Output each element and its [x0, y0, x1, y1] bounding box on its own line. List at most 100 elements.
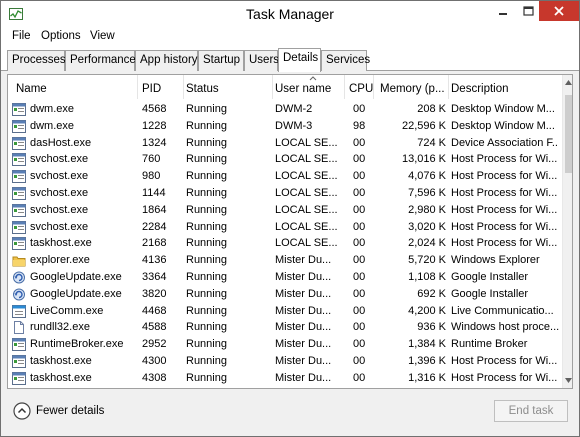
fewer-details-icon[interactable]	[13, 402, 31, 420]
tab-performance[interactable]: Performance	[65, 50, 136, 71]
vertical-scrollbar[interactable]	[562, 75, 573, 388]
column-pid[interactable]: PID	[138, 75, 184, 99]
process-row[interactable]: rundll32.exe 4588 Running Mister Du... 00 936…	[8, 319, 562, 336]
column-memory[interactable]: Memory (p...	[374, 75, 449, 99]
process-row[interactable]: svchost.exe 1864 Running LOCAL SE... 00 2,980…	[8, 202, 562, 219]
process-row[interactable]: taskhost.exe 2168 Running LOCAL SE... 00 2,02…	[8, 235, 562, 252]
cell-user: LOCAL SE...	[275, 170, 338, 183]
cell-status: Running	[186, 220, 227, 233]
menu-options[interactable]: Options	[41, 30, 81, 42]
process-row[interactable]: taskhost.exe 4308 Running Mister Du... 00 1,3…	[8, 370, 562, 387]
cell-status: Running	[186, 338, 227, 351]
cell-pid: 1228	[142, 119, 167, 132]
menu-view[interactable]: View	[90, 30, 115, 42]
minimize-button[interactable]	[490, 1, 516, 21]
cell-cpu: 00	[353, 321, 366, 334]
scroll-up-icon[interactable]	[564, 79, 573, 87]
cell-memory: 2,024 K	[408, 237, 446, 250]
column-status[interactable]: Status	[184, 75, 273, 99]
tab-processes[interactable]: Processes	[7, 50, 66, 71]
scrollbar-thumb[interactable]	[565, 95, 572, 173]
cell-status: Running	[186, 270, 227, 283]
cell-user: Mister Du...	[275, 371, 332, 384]
cell-user: LOCAL SE...	[275, 203, 338, 216]
cell-name: taskhost.exe	[30, 371, 92, 384]
cell-description: Host Process for Wi...	[451, 203, 558, 216]
cell-user: Mister Du...	[275, 287, 332, 300]
process-row[interactable]: GoogleUpdate.exe 3820 Running Mister Du... 0…	[8, 286, 562, 303]
cell-name: LiveComm.exe	[30, 304, 104, 317]
tab-services[interactable]: Services	[321, 50, 370, 71]
scroll-down-icon[interactable]	[564, 376, 573, 384]
cell-description: Desktop Window M...	[451, 119, 555, 132]
cell-user: Mister Du...	[275, 304, 332, 317]
column-name[interactable]: Name	[8, 75, 138, 99]
process-row[interactable]: svchost.exe 760 Running LOCAL SE... 00 13,016…	[8, 151, 562, 168]
cell-status: Running	[186, 304, 227, 317]
cell-user: Mister Du...	[275, 338, 332, 351]
cell-memory: 1,396 K	[408, 354, 446, 367]
column-description[interactable]: Description	[449, 75, 562, 99]
process-row[interactable]: taskhost.exe 4300 Running Mister Du... 00 1,3…	[8, 353, 562, 370]
tab-app-history[interactable]: App history	[135, 50, 198, 71]
cell-name: svchost.exe	[30, 153, 89, 166]
tab-users[interactable]: Users	[244, 50, 279, 71]
title-bar[interactable]: Task Manager	[1, 1, 579, 28]
process-row[interactable]: dasHost.exe 1324 Running LOCAL SE... 00 724 K…	[8, 135, 562, 152]
cell-user: DWM-2	[275, 103, 313, 115]
cell-name: RuntimeBroker.exe	[30, 338, 124, 351]
cell-description: Host Process for Wi...	[451, 237, 558, 250]
window-app-icon	[12, 170, 26, 184]
process-row[interactable]: svchost.exe 1144 Running LOCAL SE... 00 7,596…	[8, 185, 562, 202]
cell-status: Running	[186, 119, 227, 132]
maximize-icon	[522, 6, 534, 16]
document-icon	[14, 321, 24, 335]
minimize-icon	[499, 13, 507, 15]
cell-memory: 4,076 K	[408, 170, 446, 183]
tab-strip: Processes Performance App history Startu…	[1, 47, 579, 72]
process-row[interactable]: GoogleUpdate.exe 3364 Running Mister Du... 0…	[8, 269, 562, 286]
fewer-details-link[interactable]: Fewer details	[36, 405, 104, 417]
process-row[interactable]: LiveComm.exe 4468 Running Mister Du... 00 4,2…	[8, 303, 562, 320]
details-panel: Name PID Status User name CPU Memory (p.…	[7, 74, 573, 389]
cell-pid: 2168	[142, 237, 167, 250]
cell-memory: 1,384 K	[408, 338, 446, 351]
cell-status: Running	[186, 321, 227, 334]
end-task-button[interactable]: End task	[494, 400, 568, 422]
cell-user: LOCAL SE...	[275, 186, 338, 199]
cell-name: GoogleUpdate.exe	[30, 287, 122, 300]
process-row[interactable]: RuntimeBroker.exe 2952 Running Mister Du...…	[8, 336, 562, 353]
column-cpu[interactable]: CPU	[345, 75, 374, 99]
footer: Fewer details End task	[1, 391, 579, 436]
cell-description: Live Communicatio...	[451, 304, 554, 317]
menu-file[interactable]: File	[12, 30, 31, 42]
cell-pid: 1864	[142, 203, 167, 216]
close-button[interactable]	[539, 1, 579, 21]
process-row[interactable]: dwm.exe 4568 Running DWM-2 00 208 K Desktop Wi…	[8, 101, 562, 118]
cell-user: LOCAL SE...	[275, 220, 338, 233]
cell-cpu: 00	[353, 304, 366, 317]
tab-startup[interactable]: Startup	[198, 50, 244, 71]
cell-cpu: 00	[353, 270, 366, 283]
cell-status: Running	[186, 186, 227, 199]
cell-cpu: 00	[353, 103, 366, 115]
process-row[interactable]: svchost.exe 2284 Running LOCAL SE... 00 3,020…	[8, 219, 562, 236]
process-row[interactable]: explorer.exe 4136 Running Mister Du... 00 5,7…	[8, 252, 562, 269]
cell-status: Running	[186, 153, 227, 166]
cell-name: taskhost.exe	[30, 354, 92, 367]
livecomm-icon	[12, 304, 26, 318]
cell-memory: 1,316 K	[408, 371, 446, 384]
cell-cpu: 00	[353, 354, 366, 367]
cell-pid: 1144	[142, 186, 166, 199]
process-row[interactable]: svchost.exe 980 Running LOCAL SE... 00 4,076 …	[8, 168, 562, 185]
maximize-button[interactable]	[515, 1, 541, 21]
process-row[interactable]: dwm.exe 1228 Running DWM-3 98 22,596 K Desktop…	[8, 118, 562, 135]
cell-description: Host Process for Wi...	[451, 170, 558, 183]
cell-cpu: 00	[353, 338, 366, 351]
cell-status: Running	[186, 136, 227, 149]
cell-user: LOCAL SE...	[275, 136, 338, 149]
tab-details[interactable]: Details	[278, 48, 321, 72]
window-app-icon	[12, 220, 26, 234]
cell-description: Host Process for Wi...	[451, 354, 558, 367]
cell-name: dwm.exe	[30, 103, 75, 115]
